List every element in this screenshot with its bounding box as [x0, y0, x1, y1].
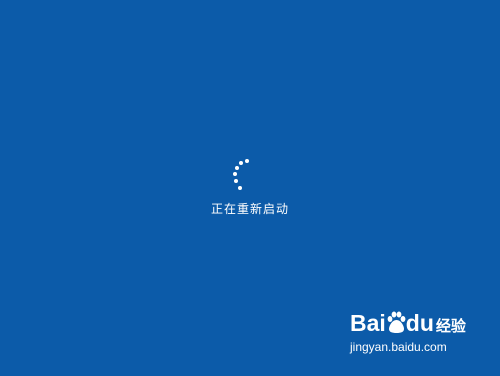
restart-status-text: 正在重新启动	[210, 202, 289, 216]
spinner-dot	[234, 179, 238, 183]
watermark-url: jingyan.baidu.com	[350, 340, 447, 354]
spinner-dot	[245, 159, 249, 163]
loading-spinner-icon	[226, 154, 256, 194]
baidu-paw-icon	[387, 311, 406, 333]
jingyan-label: 经验	[435, 318, 466, 335]
baidu-logo-text-bai: Bai	[350, 310, 386, 336]
spinner-dot	[235, 166, 239, 170]
restart-screen: 正在重新启动 Bai du 经验 jingyan.baidu.com	[0, 0, 500, 376]
baidu-logo: Bai du 经验	[350, 310, 466, 340]
baidu-logo-text-du: du	[405, 310, 434, 336]
baidu-jingyan-watermark: Bai du 经验 jingyan.baidu.com	[350, 310, 470, 362]
spinner-dot	[239, 161, 243, 165]
spinner-dot	[233, 172, 237, 176]
spinner-dot	[238, 186, 242, 190]
